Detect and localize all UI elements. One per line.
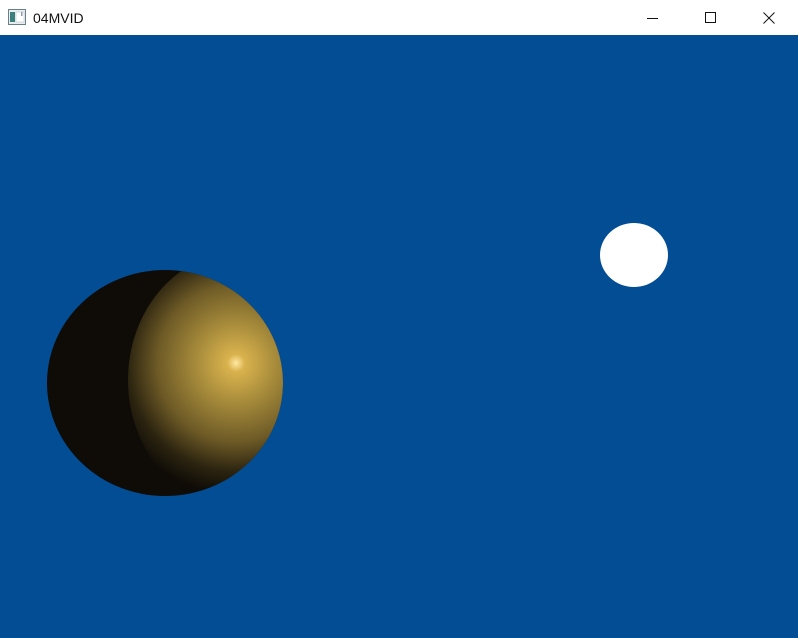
close-button[interactable] (740, 0, 798, 35)
render-viewport[interactable] (0, 35, 798, 638)
window-title: 04MVID (33, 10, 84, 26)
light-source (600, 223, 668, 287)
title-bar[interactable]: 04MVID (0, 0, 798, 35)
close-icon (763, 11, 775, 24)
minimize-icon (647, 17, 658, 19)
app-window-icon[interactable] (8, 9, 26, 25)
app-window: 04MVID (0, 0, 798, 638)
maximize-button[interactable] (682, 0, 740, 35)
scene-canvas (0, 35, 798, 638)
minimize-button[interactable] (624, 0, 682, 35)
maximize-icon (705, 11, 716, 23)
